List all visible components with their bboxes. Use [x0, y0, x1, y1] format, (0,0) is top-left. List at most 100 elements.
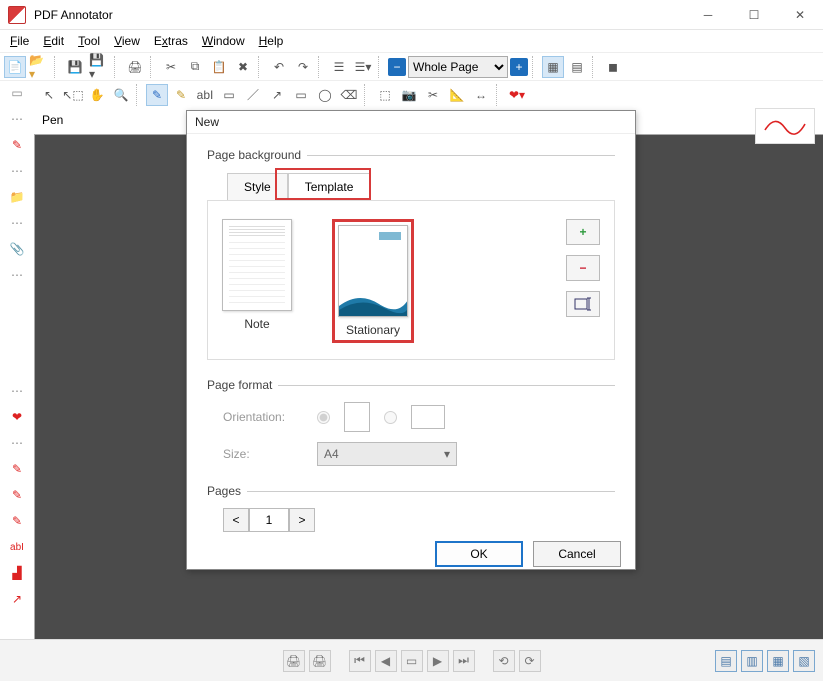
- fullscreen-button[interactable]: ◼: [602, 56, 624, 78]
- cancel-button[interactable]: Cancel: [533, 541, 621, 567]
- crop-tool[interactable]: ✂: [422, 84, 444, 106]
- strip-sep-2: ⋯: [0, 158, 34, 184]
- page-background-section-label: Page background: [207, 148, 615, 162]
- fav-arrow-icon[interactable]: ↗: [0, 586, 34, 612]
- delete-button[interactable]: ✖: [232, 56, 254, 78]
- nav-back-icon[interactable]: ⟲: [493, 650, 515, 672]
- nav-page-icon[interactable]: ▭: [401, 650, 423, 672]
- sidebar-toggle[interactable]: ☰: [328, 56, 350, 78]
- folder-icon[interactable]: 📁: [0, 184, 34, 210]
- strip-sep-5: ⋯: [0, 378, 34, 404]
- stamp-tool[interactable]: ⬚: [374, 84, 396, 106]
- cut-button[interactable]: ✂: [160, 56, 182, 78]
- attachment-icon[interactable]: 📎: [0, 236, 34, 262]
- measure-tool[interactable]: 📐: [446, 84, 468, 106]
- app-icon: [8, 6, 26, 24]
- orientation-portrait-icon: [344, 402, 370, 432]
- marker-tool[interactable]: ✎: [170, 84, 192, 106]
- menu-window[interactable]: Window: [196, 32, 251, 50]
- menu-view[interactable]: View: [108, 32, 146, 50]
- save-as-button[interactable]: 💾▾: [88, 56, 110, 78]
- fav-pen-1-icon[interactable]: ✎: [0, 456, 34, 482]
- pen-red-icon[interactable]: ✎: [0, 132, 34, 158]
- redo-button[interactable]: ↷: [292, 56, 314, 78]
- view-mode-4-icon[interactable]: ▧: [793, 650, 815, 672]
- pages-increment-button[interactable]: >: [289, 508, 315, 532]
- nav-last-icon[interactable]: ⏭: [453, 650, 475, 672]
- annotation-toolbar: ↖ ↖⬚ ✋ 🔍 ✎ ✎ abI ▭ ／ ↗ ▭ ◯ ⌫ ⬚ 📷 ✂ 📐 ↔ ❤…: [0, 80, 823, 108]
- paste-button[interactable]: 📋: [208, 56, 230, 78]
- pen-tool[interactable]: ✎: [146, 84, 168, 106]
- rect-tool[interactable]: ▭: [290, 84, 312, 106]
- tab-style[interactable]: Style: [227, 173, 288, 201]
- template-stationary[interactable]: Stationary: [332, 219, 414, 343]
- layout-single-button[interactable]: ▦: [542, 56, 564, 78]
- maximize-button[interactable]: ☐: [731, 0, 777, 30]
- orientation-label: Orientation:: [223, 410, 303, 424]
- nav-first-icon[interactable]: ⏮: [349, 650, 371, 672]
- size-value: A4: [324, 447, 339, 461]
- zoom-tool[interactable]: 🔍: [110, 84, 132, 106]
- favorites-button[interactable]: ❤▾: [506, 84, 528, 106]
- line-tool[interactable]: ／: [242, 84, 264, 106]
- fav-pen-2-icon[interactable]: ✎: [0, 482, 34, 508]
- view-mode-3-icon[interactable]: ▦: [767, 650, 789, 672]
- nav-prev-icon[interactable]: ◀: [375, 650, 397, 672]
- camera-tool[interactable]: 📷: [398, 84, 420, 106]
- select-tool[interactable]: ↖⬚: [62, 84, 84, 106]
- dimension-tool[interactable]: ↔: [470, 84, 492, 106]
- arrow-tool[interactable]: ↗: [266, 84, 288, 106]
- menu-edit[interactable]: Edit: [37, 32, 70, 50]
- open-button[interactable]: 📂▾: [28, 56, 50, 78]
- zoom-out-button[interactable]: −: [388, 58, 406, 76]
- template-rename-button[interactable]: [566, 291, 600, 317]
- nav-fwd-icon[interactable]: ⟳: [519, 650, 541, 672]
- template-note-thumb: [222, 219, 292, 311]
- eraser-tool[interactable]: ⌫: [338, 84, 360, 106]
- nav-print-icon[interactable]: 🖨: [283, 650, 305, 672]
- text-tool[interactable]: abI: [194, 84, 216, 106]
- heart-icon[interactable]: ❤: [0, 404, 34, 430]
- page-icon[interactable]: ▭: [0, 80, 34, 106]
- pointer-tool[interactable]: ↖: [38, 84, 60, 106]
- template-add-button[interactable]: +: [566, 219, 600, 245]
- strip-sep: ⋯: [0, 106, 34, 132]
- status-bar: 🖨 🖨 ⏮ ◀ ▭ ▶ ⏭ ⟲ ⟳ ▤ ▥ ▦ ▧: [0, 639, 823, 681]
- ellipse-tool[interactable]: ◯: [314, 84, 336, 106]
- tab-template[interactable]: Template: [288, 173, 371, 201]
- view-mode-1-icon[interactable]: ▤: [715, 650, 737, 672]
- pages-section-label: Pages: [207, 484, 615, 498]
- pages-decrement-button[interactable]: <: [223, 508, 249, 532]
- layout-continuous-button[interactable]: ▤: [566, 56, 588, 78]
- pages-input[interactable]: [249, 508, 289, 532]
- menu-extras[interactable]: Extras: [148, 32, 194, 50]
- template-remove-button[interactable]: −: [566, 255, 600, 281]
- fav-pen-3-icon[interactable]: ✎: [0, 508, 34, 534]
- zoom-in-button[interactable]: +: [510, 58, 528, 76]
- menu-tool[interactable]: Tool: [72, 32, 106, 50]
- close-button[interactable]: ✕: [777, 0, 823, 30]
- zoom-combo[interactable]: Whole Page: [408, 56, 508, 78]
- nav-print2-icon[interactable]: 🖨: [309, 650, 331, 672]
- nav-next-icon[interactable]: ▶: [427, 650, 449, 672]
- menu-file[interactable]: File: [4, 32, 35, 50]
- new-doc-button[interactable]: 📄: [4, 56, 26, 78]
- view-mode-2-icon[interactable]: ▥: [741, 650, 763, 672]
- text-highlight-tool[interactable]: ▭: [218, 84, 240, 106]
- undo-button[interactable]: ↶: [268, 56, 290, 78]
- print-button[interactable]: 🖨: [124, 56, 146, 78]
- fav-abl-icon[interactable]: abI: [0, 534, 34, 560]
- sidebar-toggle-2[interactable]: ☰▾: [352, 56, 374, 78]
- fav-stamp-icon[interactable]: ▟: [0, 560, 34, 586]
- copy-button[interactable]: ⧉: [184, 56, 206, 78]
- ok-button[interactable]: OK: [435, 541, 523, 567]
- menu-help[interactable]: Help: [253, 32, 290, 50]
- size-label: Size:: [223, 447, 303, 461]
- strip-sep-6: ⋯: [0, 430, 34, 456]
- pan-tool[interactable]: ✋: [86, 84, 108, 106]
- save-button[interactable]: 💾: [64, 56, 86, 78]
- minimize-button[interactable]: ─: [685, 0, 731, 30]
- template-note[interactable]: Note: [222, 219, 292, 343]
- strip-sep-4: ⋯: [0, 262, 34, 288]
- menu-bar: File Edit Tool View Extras Window Help: [0, 30, 823, 52]
